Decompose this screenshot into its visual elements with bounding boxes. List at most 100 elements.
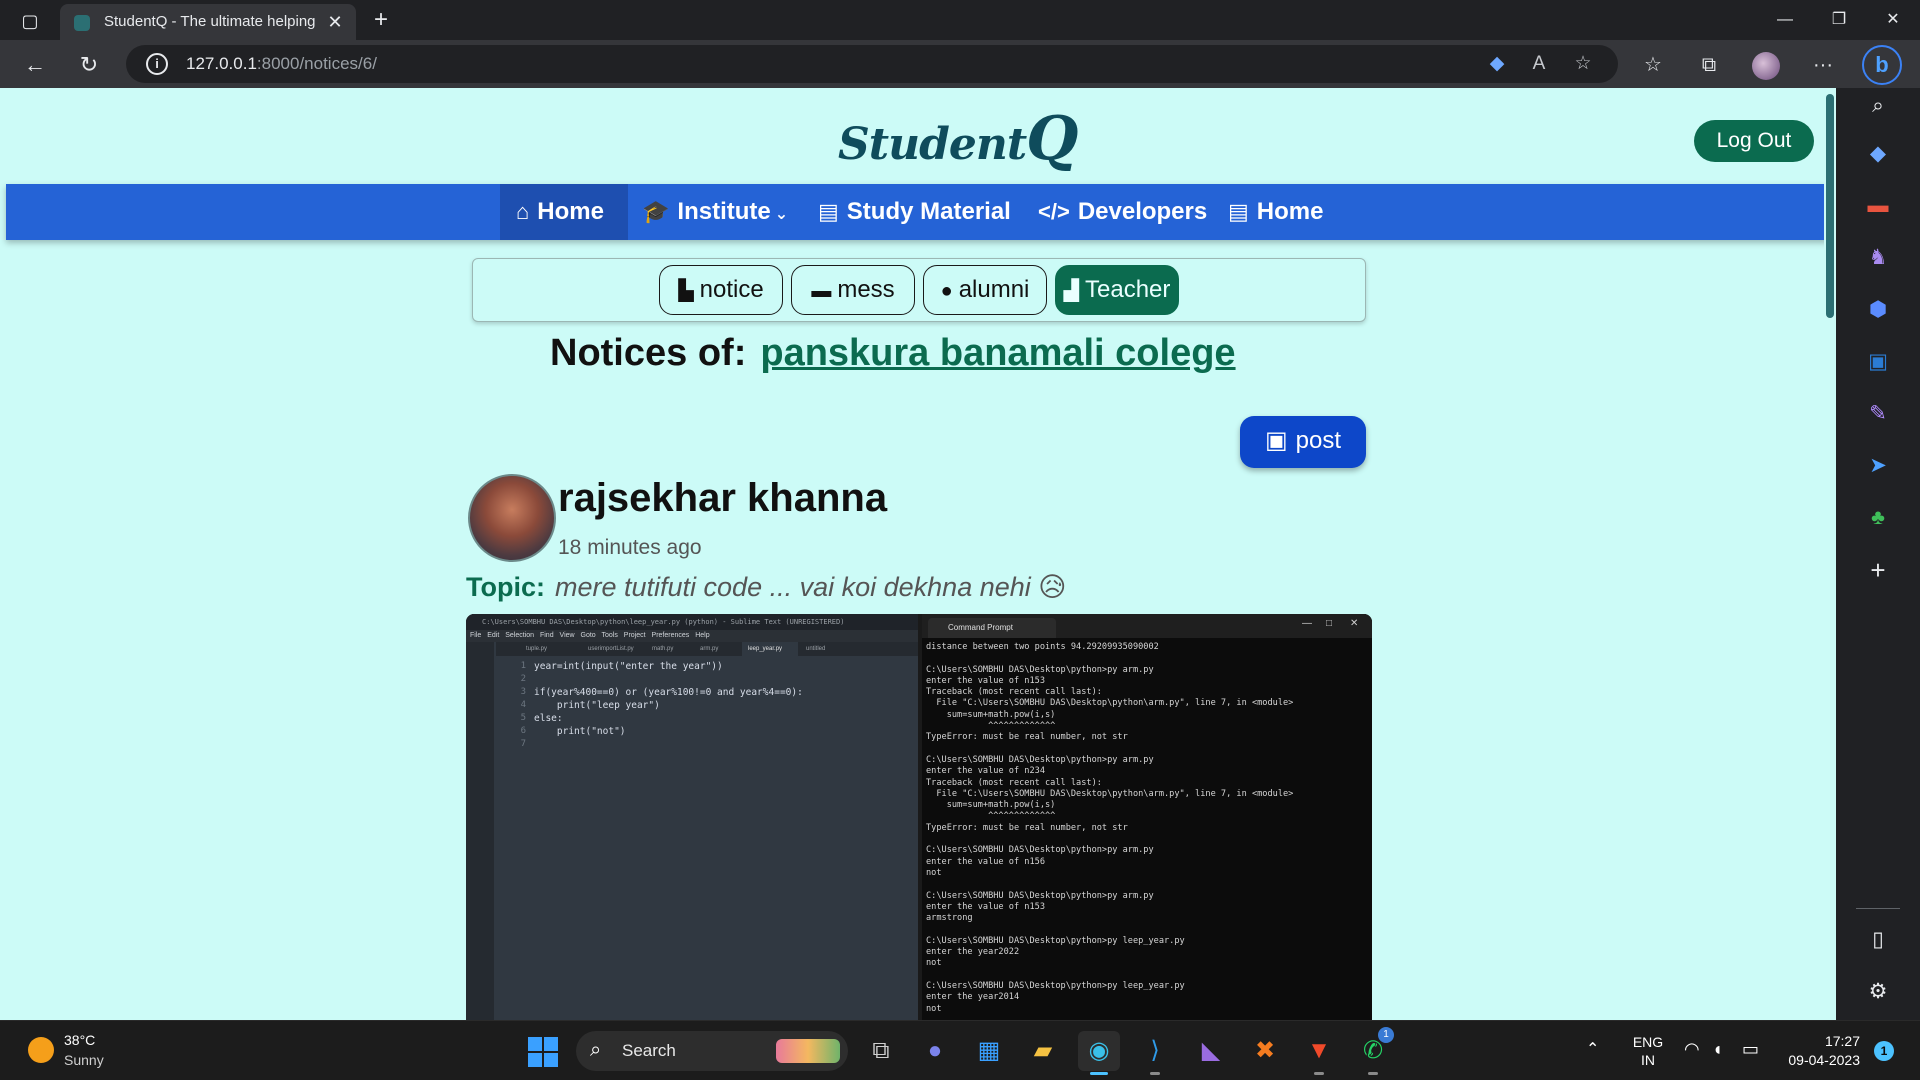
author-name: rajsekhar khanna: [558, 476, 888, 520]
shopping-icon[interactable]: ◆: [1862, 138, 1894, 170]
start-button[interactable]: [528, 1037, 560, 1069]
clock-time: 17:27: [1824, 1033, 1860, 1049]
search-icon: ⌕: [590, 1039, 602, 1061]
task-view-icon[interactable]: ⧉: [860, 1031, 902, 1071]
site-info-icon[interactable]: i: [146, 53, 168, 75]
page-scrollbar[interactable]: [1824, 88, 1836, 1020]
restore-button[interactable]: ❐: [1812, 0, 1866, 40]
editor-titlebar: C:\Users\SOMBHU DAS\Desktop\python\leep_…: [466, 614, 918, 630]
bing-copilot-icon[interactable]: b: [1862, 45, 1902, 85]
main-navbar: ⌂ Home 🎓 Institute ⌄ ▤ Study Material </> Dev…: [6, 184, 1830, 240]
read-aloud-icon[interactable]: A: [1526, 52, 1552, 76]
close-tab-icon[interactable]: ✕: [324, 11, 346, 33]
notification-badge[interactable]: 1: [1874, 1041, 1894, 1061]
profile-avatar[interactable]: [1752, 52, 1780, 80]
nav-developers[interactable]: </> Developers: [1038, 184, 1207, 240]
search-icon[interactable]: ⌕: [1862, 90, 1894, 122]
cmd-tab-title: Command Prompt: [928, 618, 1056, 638]
editor-sidebar: [466, 642, 494, 1020]
topic-text: mere tutifuti code ... vai koi dekhna ne…: [554, 572, 1067, 602]
tools-icon[interactable]: ▬: [1862, 190, 1894, 222]
more-options-icon[interactable]: ···: [1806, 48, 1840, 82]
whatsapp-icon[interactable]: ✆ 1: [1352, 1027, 1394, 1075]
taskbar-search[interactable]: ⌕ Search: [576, 1031, 848, 1071]
tab-actions-icon[interactable]: ▢: [14, 8, 46, 34]
outlook-icon[interactable]: ▣: [1862, 346, 1894, 378]
back-button[interactable]: ←: [18, 48, 52, 82]
site-favicon-icon: [74, 15, 90, 31]
microsoft-365-icon[interactable]: ⬢: [1862, 294, 1894, 326]
sidebar-divider: [1856, 908, 1900, 909]
post-timestamp: 18 minutes ago: [558, 536, 702, 559]
minimize-button[interactable]: —: [1758, 0, 1812, 40]
chevron-up-icon[interactable]: ⌃: [1586, 1039, 1599, 1059]
tab-mess[interactable]: ▬ mess: [791, 265, 915, 315]
chevron-down-icon: ⌄: [774, 206, 789, 223]
graduation-cap-icon: 🎓: [642, 199, 670, 224]
teams-chat-icon[interactable]: ●: [914, 1031, 956, 1071]
weather-sun-icon[interactable]: [28, 1037, 54, 1063]
tab-notice[interactable]: ▙ notice: [659, 265, 783, 315]
weather-temperature[interactable]: 38°C: [64, 1032, 95, 1048]
split-screen-icon[interactable]: ▯: [1862, 924, 1894, 956]
bed-icon: ▬: [811, 280, 832, 302]
wifi-icon[interactable]: ◠: [1684, 1039, 1700, 1060]
url-path: :8000/notices/6/: [256, 54, 377, 73]
file-explorer-icon[interactable]: ▰: [1022, 1031, 1064, 1071]
weather-description[interactable]: Sunny: [64, 1052, 104, 1068]
new-tab-button[interactable]: +: [366, 6, 396, 34]
nav-institute[interactable]: 🎓 Institute ⌄: [642, 184, 788, 240]
tree-icon[interactable]: ♣: [1862, 502, 1894, 534]
close-window-button[interactable]: ✕: [1866, 0, 1920, 40]
post-button[interactable]: ▣ post: [1240, 416, 1366, 468]
nav-developers-label: Developers: [1077, 198, 1208, 225]
volume-icon[interactable]: ◖: [1712, 1039, 1723, 1060]
language-indicator[interactable]: ENG IN: [1630, 1033, 1666, 1069]
shopping-tag-icon[interactable]: ◆: [1484, 52, 1510, 76]
edge-sidebar: ⌕ ◆ ▬ ♞ ⬢ ▣ ✎ ➤ ♣ + ▯ ⚙: [1836, 88, 1920, 1020]
send-icon[interactable]: ➤: [1862, 450, 1894, 482]
microsoft-store-icon[interactable]: ▦: [968, 1031, 1010, 1071]
post-image[interactable]: C:\Users\SOMBHU DAS\Desktop\python\leep_…: [466, 614, 1372, 1020]
site-logo[interactable]: StudentQ: [838, 104, 1078, 174]
designer-icon[interactable]: ✎: [1862, 398, 1894, 430]
nav-home[interactable]: ⌂ Home: [500, 184, 628, 240]
collections-icon[interactable]: ⧉: [1692, 48, 1726, 82]
visual-studio-icon[interactable]: ◣: [1190, 1031, 1232, 1071]
nav-institute-label: Institute: [677, 198, 771, 225]
settings-icon[interactable]: ⚙: [1862, 976, 1894, 1008]
clock[interactable]: 17:27 09-04-2023: [1780, 1032, 1860, 1070]
editor-tab: arm.py: [700, 646, 719, 652]
tab-teacher[interactable]: ▟ Teacher: [1055, 265, 1179, 315]
favorites-icon[interactable]: ☆: [1636, 48, 1670, 82]
url-text[interactable]: 127.0.0.1:8000/notices/6/: [186, 54, 377, 74]
games-icon[interactable]: ♞: [1862, 242, 1894, 274]
editor-tab: untitled: [806, 646, 826, 652]
tab-mess-label: mess: [837, 276, 895, 303]
topic-label: Topic:: [466, 572, 545, 602]
nav-home-2[interactable]: ▤ Home: [1228, 184, 1323, 240]
cmd-close-icon: ✕: [1350, 618, 1359, 629]
logout-button[interactable]: Log Out: [1694, 120, 1814, 162]
vscode-icon[interactable]: ⟩: [1134, 1031, 1176, 1075]
whatsapp-badge: 1: [1378, 1027, 1394, 1043]
battery-icon[interactable]: ▭: [1742, 1039, 1759, 1060]
tab-alumni[interactable]: ● alumni: [923, 265, 1047, 315]
language-line-1: ENG: [1632, 1034, 1664, 1050]
institute-link[interactable]: panskura banamali colege: [760, 332, 1235, 374]
cmd-output: distance between two points 94.292099350…: [926, 642, 1294, 1014]
brave-browser-icon[interactable]: ▼: [1298, 1031, 1340, 1075]
author-avatar[interactable]: [468, 474, 556, 562]
home-icon: ⌂: [516, 199, 530, 224]
add-icon[interactable]: +: [1862, 554, 1894, 586]
scrollbar-thumb[interactable]: [1826, 94, 1834, 318]
address-bar[interactable]: i 127.0.0.1:8000/notices/6/ ◆ A ☆: [126, 45, 1618, 83]
edge-browser-icon[interactable]: ◉: [1078, 1031, 1120, 1075]
reload-button[interactable]: ↻: [72, 48, 106, 82]
browser-tab[interactable]: StudentQ - The ultimate helping ✕: [60, 4, 356, 40]
add-favorite-icon[interactable]: ☆: [1570, 52, 1596, 76]
nav-study-material[interactable]: ▤ Study Material: [818, 184, 1011, 240]
cmd-minimize-icon: —: [1302, 618, 1312, 629]
xampp-icon[interactable]: ✖: [1244, 1031, 1286, 1071]
language-line-2: IN: [1641, 1052, 1655, 1068]
